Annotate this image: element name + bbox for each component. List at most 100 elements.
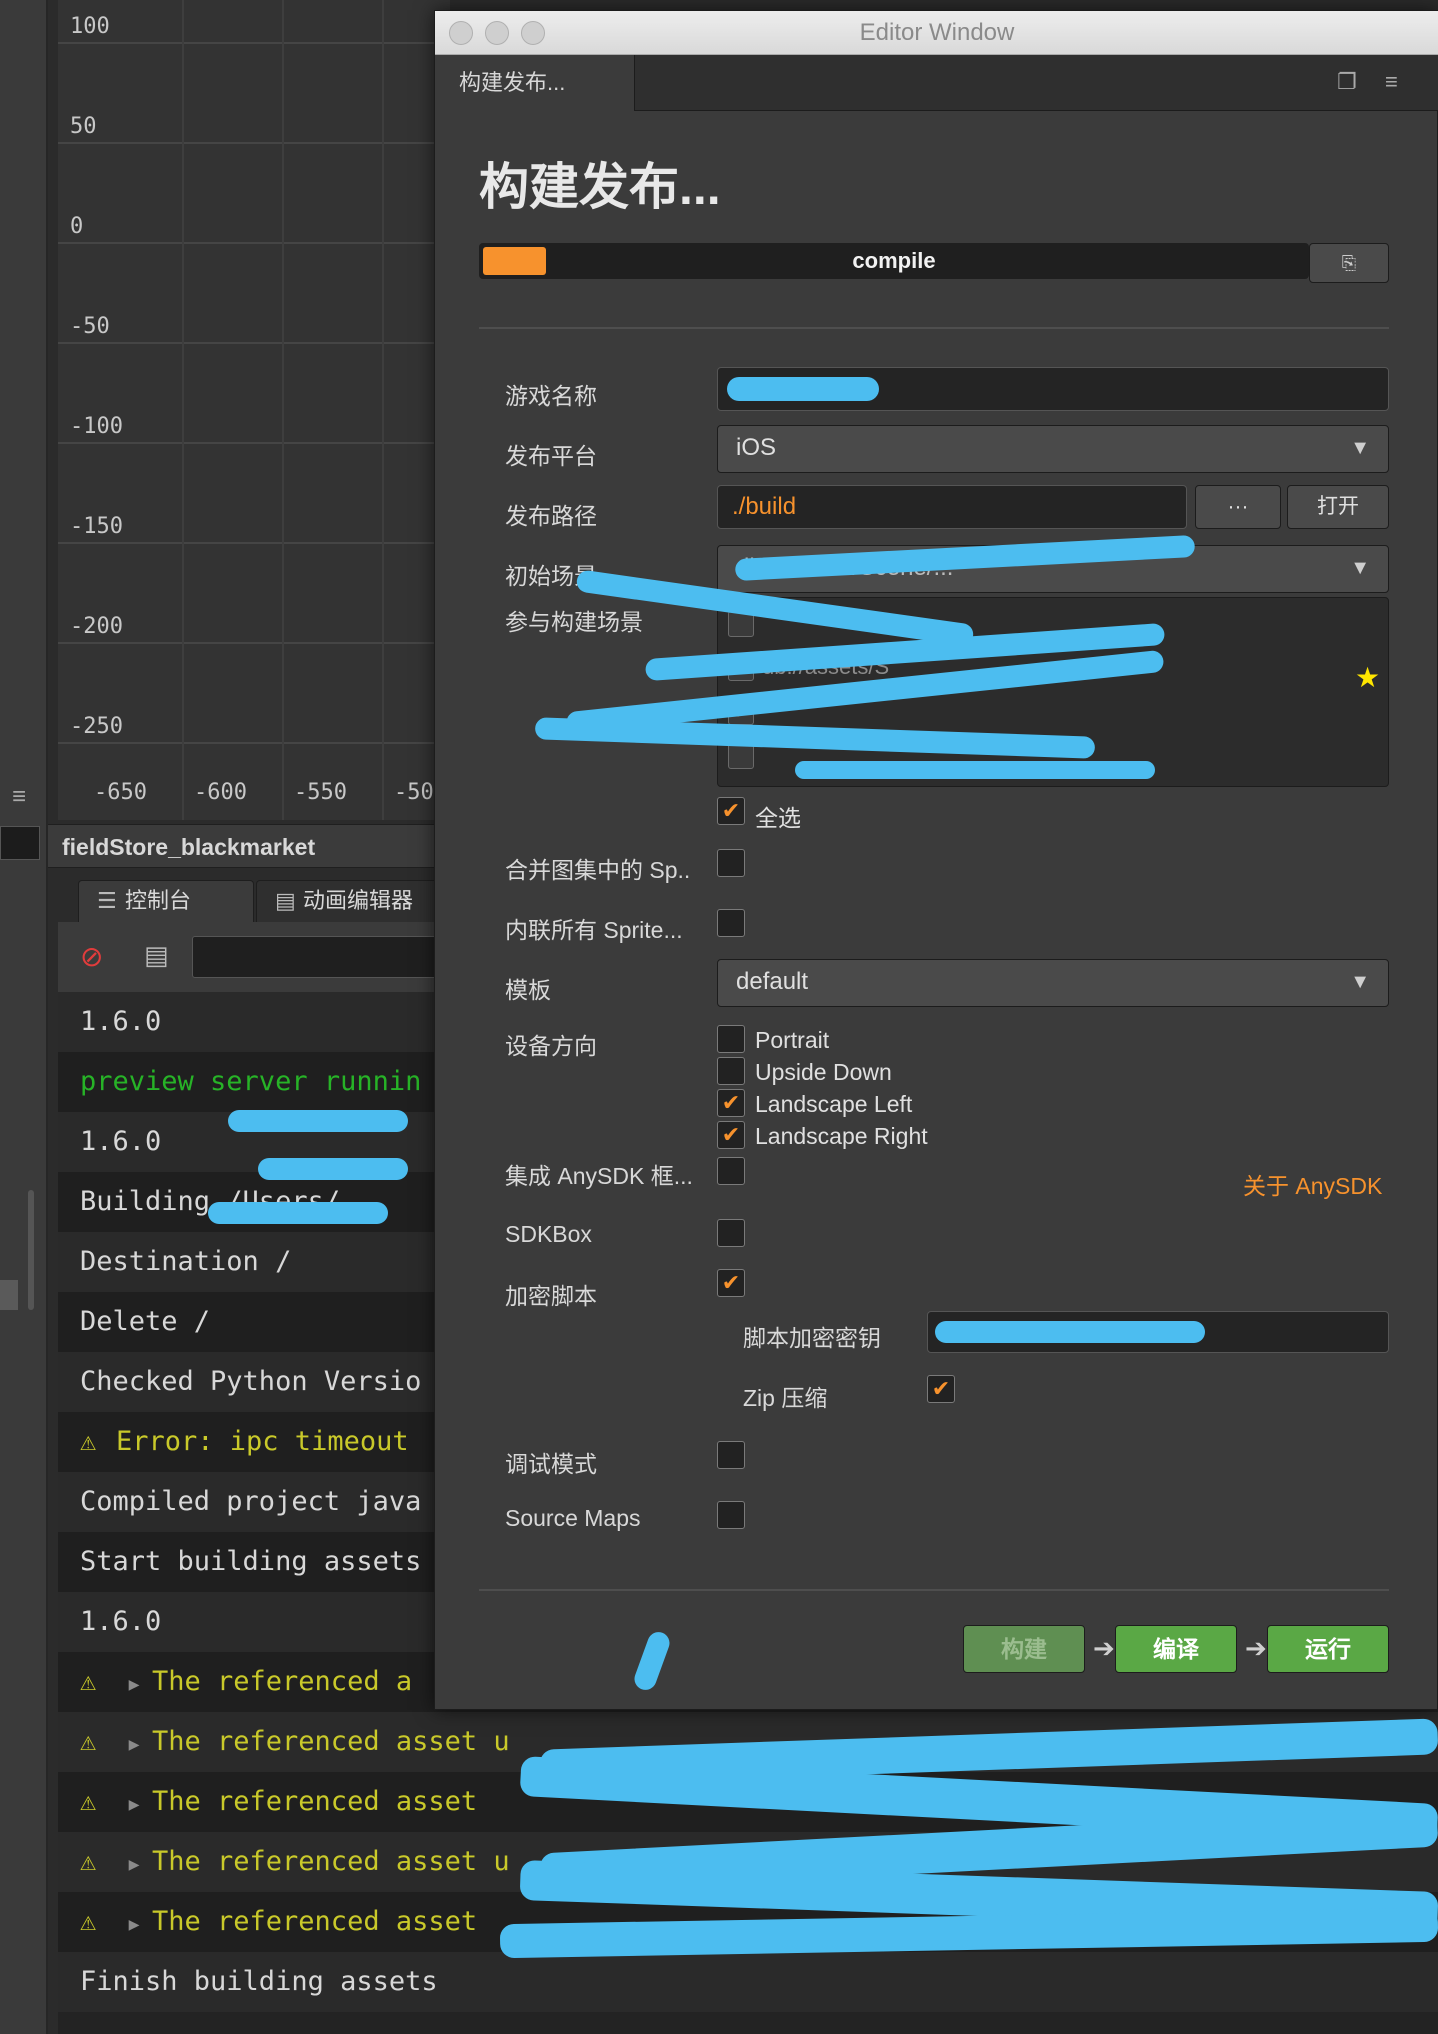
x-tick-label: -550	[294, 780, 347, 805]
console-filter-input[interactable]	[192, 936, 450, 978]
panel-input[interactable]	[0, 826, 40, 860]
encrypt-checkbox[interactable]: ✔	[717, 1269, 745, 1297]
scene-checkbox[interactable]	[728, 743, 754, 770]
redaction-mark	[727, 377, 879, 401]
console-line-text: Checked Python Versio	[80, 1366, 422, 1397]
console-line-text: The referenced asset	[152, 1906, 478, 1937]
compile-button[interactable]: 编译	[1115, 1625, 1237, 1673]
window-title: Editor Window	[859, 19, 1015, 46]
x-tick-label: -600	[194, 780, 247, 805]
console-line-text: preview server runnin	[80, 1066, 422, 1097]
warning-icon: ⚠	[80, 1786, 97, 1817]
console-icon: ☰	[97, 888, 117, 913]
expand-arrow-icon[interactable]: ▶	[116, 1895, 152, 1955]
template-value: default	[736, 968, 809, 995]
source-maps-label: Source Maps	[505, 1505, 641, 1531]
build-button[interactable]: 构建	[963, 1625, 1085, 1673]
platform-value: iOS	[736, 434, 777, 461]
debug-mode-label: 调试模式	[505, 1451, 597, 1477]
chevron-down-icon: ▼	[1350, 437, 1370, 459]
divider	[479, 1589, 1389, 1591]
star-icon: ★	[1355, 662, 1381, 693]
y-tick-label: -100	[70, 414, 123, 439]
console-line-text: The referenced a	[152, 1666, 413, 1697]
expand-arrow-icon[interactable]: ▶	[116, 1835, 152, 1895]
run-button[interactable]: 运行	[1267, 1625, 1389, 1673]
tab-console[interactable]: ☰ 控制台	[78, 880, 254, 922]
animation-icon: ▤	[275, 888, 296, 913]
menu-icon[interactable]: ≡	[1385, 69, 1398, 95]
select-all-checkbox[interactable]: ✔	[717, 797, 745, 825]
scene-title: fieldStore_blackmarket	[62, 834, 316, 860]
template-label: 模板	[505, 977, 551, 1003]
scenes-label: 参与构建场景	[505, 609, 643, 635]
console-line-text: Delete /	[80, 1306, 211, 1337]
page-title: 构建发布...	[479, 159, 721, 215]
select-all-label: 全选	[755, 805, 801, 831]
grid-line	[58, 542, 450, 544]
sdkbox-checkbox[interactable]	[717, 1219, 745, 1247]
popout-icon[interactable]: ❐	[1337, 69, 1357, 95]
scrollbar[interactable]	[28, 1190, 34, 1310]
source-maps-checkbox[interactable]	[717, 1501, 745, 1529]
portrait-checkbox[interactable]	[717, 1025, 745, 1053]
zip-checkbox[interactable]: ✔	[927, 1375, 955, 1403]
scene-graph[interactable]: 100 50 0 -50 -100 -150 -200 -250 -650 -600 -550 -50	[58, 0, 450, 820]
merge-atlas-checkbox[interactable]	[717, 849, 745, 877]
warning-icon: ⚠	[80, 1906, 97, 1937]
log-file-icon: ⎘	[1341, 253, 1357, 273]
console-line-text: Finish building assets	[80, 1966, 438, 1997]
expand-arrow-icon[interactable]: ▶	[116, 1655, 152, 1715]
grid-line	[382, 0, 384, 820]
divider	[479, 327, 1389, 329]
warning-icon: ⚠	[80, 1666, 97, 1697]
grid-line	[58, 742, 450, 744]
template-select[interactable]: default ▼	[717, 959, 1389, 1007]
open-log-button[interactable]: ⎘	[1309, 243, 1389, 283]
console-line-text: Destination /	[80, 1246, 292, 1277]
arrow-right-icon: ➔	[1245, 1633, 1267, 1663]
redaction-mark	[795, 761, 1155, 779]
warning-icon: ⚠	[80, 1846, 97, 1877]
y-tick-label: -200	[70, 614, 123, 639]
upside-down-label: Upside Down	[755, 1059, 892, 1085]
scroll-thumb[interactable]	[0, 1280, 18, 1310]
browse-path-button[interactable]: ···	[1195, 485, 1281, 529]
expand-arrow-icon[interactable]: ▶	[116, 1775, 152, 1835]
open-path-button[interactable]: 打开	[1287, 485, 1389, 529]
anysdk-label: 集成 AnySDK 框...	[505, 1163, 693, 1189]
inline-sprite-checkbox[interactable]	[717, 909, 745, 937]
open-log-icon[interactable]: ▤	[144, 940, 169, 971]
expand-arrow-icon[interactable]: ▶	[116, 1715, 152, 1775]
clear-console-icon[interactable]: ⊘	[80, 940, 103, 973]
console-line[interactable]: Finish building assets	[58, 1952, 1438, 2012]
tab-build-publish[interactable]: 构建发布...	[435, 55, 635, 111]
build-panel: 构建发布... compile ⎘ 游戏名称 发布平台 iOS ▼ 发布路径 .…	[435, 111, 1438, 1711]
console-line-text: Compiled project java	[80, 1486, 422, 1517]
platform-select[interactable]: iOS ▼	[717, 425, 1389, 473]
console-toolbar: ⊘ ▤	[58, 922, 450, 992]
orientation-label: 设备方向	[505, 1033, 597, 1059]
sdkbox-label: SDKBox	[505, 1221, 592, 1247]
warning-icon: ⚠	[80, 1726, 97, 1757]
anysdk-checkbox[interactable]	[717, 1157, 745, 1185]
window-titlebar[interactable]: Editor Window	[435, 11, 1438, 55]
grid-line	[58, 442, 450, 444]
grid-line	[282, 0, 284, 820]
y-tick-label: 50	[70, 114, 97, 139]
about-anysdk-link[interactable]: 关于 AnySDK	[1243, 1167, 1382, 1201]
left-panel-strip: ≡	[0, 0, 48, 2034]
landscape-right-checkbox[interactable]: ✔	[717, 1121, 745, 1149]
debug-mode-checkbox[interactable]	[717, 1441, 745, 1469]
y-tick-label: -150	[70, 514, 123, 539]
landscape-left-checkbox[interactable]: ✔	[717, 1089, 745, 1117]
y-tick-label: 0	[70, 214, 84, 239]
tab-animation-editor[interactable]: ▤ 动画编辑器	[256, 880, 450, 922]
chevron-down-icon: ▼	[1350, 971, 1370, 993]
merge-atlas-label: 合并图集中的 Sp..	[505, 857, 691, 883]
menu-icon[interactable]: ≡	[4, 784, 34, 810]
build-path-input[interactable]: ./build	[717, 485, 1187, 529]
y-tick-label: -50	[70, 314, 110, 339]
upside-down-checkbox[interactable]	[717, 1057, 745, 1085]
arrow-right-icon: ➔	[1093, 1633, 1115, 1663]
